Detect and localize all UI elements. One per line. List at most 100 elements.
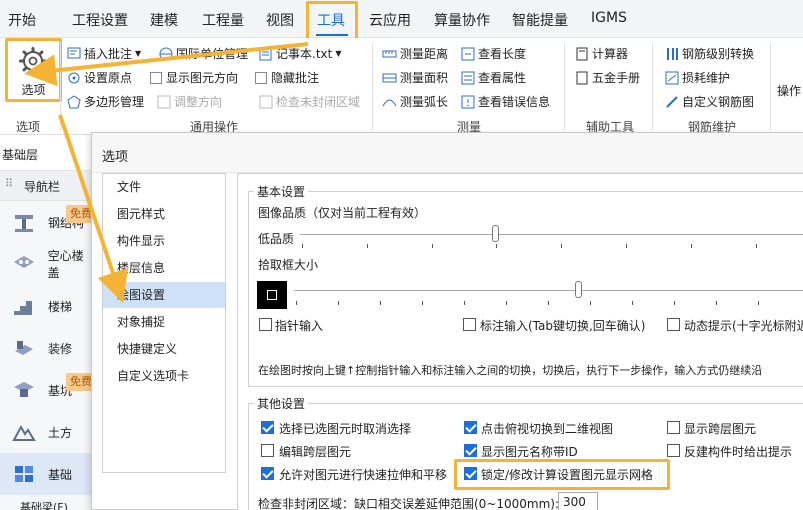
insert-comment-label: 插入批注 — [84, 47, 133, 61]
reverse-build-tip-checkbox[interactable] — [667, 444, 680, 457]
measure-area-button[interactable]: 测量面积 — [382, 69, 448, 86]
polygon-manage-button[interactable]: 多边形管理 — [66, 93, 144, 110]
ribbon-separator — [60, 42, 61, 130]
set-origin-button[interactable]: 设置原点 — [66, 69, 132, 86]
measure-distance-label: 测量距离 — [400, 47, 449, 61]
menu-modeling[interactable]: 建模 — [150, 10, 178, 30]
image-quality-slider-thumb[interactable] — [492, 225, 499, 242]
menu-view[interactable]: 视图 — [266, 10, 294, 30]
ribbon: 选项 选项 插入批注 ▼ 国际单位管理 记事本.txt ▼ 设置原点 显示图元方… — [0, 38, 803, 135]
slider-tick — [506, 301, 507, 305]
pick-box-slider-track[interactable] — [294, 290, 803, 291]
quick-stretch-checkbox[interactable] — [261, 467, 274, 480]
view-errors-label: 查看错误信息 — [478, 95, 551, 109]
ribbon-separator — [652, 42, 653, 130]
show-cross-layer-checkbox[interactable] — [667, 421, 680, 434]
intl-units-label: 国际单位管理 — [176, 47, 249, 61]
drag-handle-icon[interactable]: ⠿ — [5, 177, 13, 190]
measure-arc-button[interactable]: 测量弧长 — [382, 93, 448, 110]
pick-box-preview — [257, 281, 287, 309]
calculator-button[interactable]: 计算器 — [574, 45, 628, 62]
deselect-on-reselect-checkbox[interactable] — [261, 421, 274, 434]
pick-box-slider-thumb[interactable] — [575, 281, 582, 298]
menu-quantity[interactable]: 工程量 — [202, 10, 244, 30]
dialog-title: 选项 — [102, 150, 129, 165]
nav-item-foundation[interactable]: 基础 — [0, 453, 95, 495]
menu-project-settings[interactable]: 工程设置 — [72, 10, 128, 30]
edit-cross-layer-checkbox[interactable] — [261, 444, 274, 457]
grid-option-highlight — [454, 459, 670, 490]
slider-tick — [674, 301, 675, 305]
foundation-icon — [15, 466, 33, 482]
pointer-input-label: 指针输入 — [275, 319, 324, 333]
globe-icon — [158, 47, 173, 61]
nav-item-earthwork[interactable]: 土方 — [0, 411, 95, 453]
slider-tick — [691, 244, 692, 248]
decoration-icon — [15, 341, 33, 355]
view-length-button[interactable]: 查看长度 — [460, 45, 526, 62]
pointer-input-checkbox[interactable] — [259, 318, 272, 331]
nav-item-decoration[interactable]: 装修 — [0, 327, 95, 369]
sub-item-foundation-beam[interactable]: 基础梁(F) — [20, 499, 68, 510]
nav-item-stairs[interactable]: 楼梯 — [0, 285, 95, 327]
operation-overflow-button[interactable]: 操作 — [777, 82, 801, 99]
options-button[interactable]: 选项 — [5, 38, 62, 102]
adjust-direction-label: 调整方向 — [174, 95, 223, 109]
intl-units-button[interactable]: 国际单位管理 — [158, 45, 248, 62]
reverse-build-tip-label: 反建构件时给出提示 — [684, 445, 793, 459]
slider-tick — [758, 301, 759, 305]
nav-item-hollow-floor[interactable]: 空心楼盖 — [0, 243, 95, 285]
nav-item-label: 基础 — [48, 467, 73, 482]
view-attributes-button[interactable]: 查看属性 — [460, 69, 526, 86]
category-file[interactable]: 文件 — [103, 174, 225, 200]
slider-tick — [632, 301, 633, 305]
area-icon — [382, 71, 397, 85]
topview-2d-checkbox[interactable] — [464, 421, 477, 434]
category-component-display[interactable]: 构件显示 — [103, 228, 225, 254]
view-errors-button[interactable]: 查看错误信息 — [460, 93, 550, 110]
layer-label: 基础层 — [2, 148, 39, 162]
category-floor-info[interactable]: 楼层信息 — [103, 255, 225, 281]
menu-smart-extract[interactable]: 智能提量 — [512, 10, 568, 30]
ribbon-separator — [770, 42, 771, 130]
category-shortcut-keys[interactable]: 快捷键定义 — [103, 336, 225, 362]
loss-maintain-button[interactable]: 损耗维护 — [664, 69, 730, 86]
menu-cloud[interactable]: 云应用 — [369, 10, 411, 30]
hide-comment-label: 隐藏批注 — [271, 71, 320, 85]
dynamic-tip-checkbox[interactable] — [667, 318, 680, 331]
category-element-style[interactable]: 图元样式 — [103, 201, 225, 227]
category-custom-tabs[interactable]: 自定义选项卡 — [103, 363, 225, 389]
dialog-titlebar: 选项 — [92, 133, 803, 173]
slider-tick — [756, 244, 757, 248]
show-direction-checkbox[interactable]: 显示图元方向 — [150, 69, 238, 86]
calculator-icon — [574, 47, 589, 61]
slider-tick — [548, 301, 549, 305]
menu-igms[interactable]: IGMS — [591, 10, 627, 26]
custom-rebar-figure-button[interactable]: 自定义钢筋图 — [664, 93, 754, 110]
nav-item-label: 装修 — [48, 341, 73, 356]
nav-item-label: 楼梯 — [48, 299, 73, 314]
pick-box-size-label: 拾取框大小 — [258, 258, 319, 272]
image-quality-slider-track[interactable] — [300, 234, 803, 235]
slider-tick — [296, 301, 297, 305]
check-open-area-button[interactable]: 检查未封闭区域 — [258, 93, 360, 110]
adjust-direction-button[interactable]: 调整方向 — [156, 93, 222, 110]
open-area-range-input[interactable]: 300 — [558, 492, 598, 510]
layer-selector[interactable]: 基础层 — [0, 135, 95, 171]
menu-collab[interactable]: 算量协作 — [434, 10, 490, 30]
menu-start[interactable]: 开始 — [8, 10, 36, 30]
show-name-id-checkbox[interactable] — [464, 444, 477, 457]
measure-distance-button[interactable]: 测量距离 — [382, 45, 448, 62]
category-drawing-settings[interactable]: 绘图设置 — [103, 282, 225, 308]
category-object-snap[interactable]: 对象捕捉 — [103, 309, 225, 335]
notepad-button[interactable]: 记事本.txt ▼ — [258, 45, 341, 62]
insert-comment-button[interactable]: 插入批注 ▼ — [66, 45, 141, 62]
hardware-manual-button[interactable]: 五金手册 — [574, 69, 640, 86]
slider-tick — [380, 301, 381, 305]
hide-comment-checkbox[interactable]: 隐藏批注 — [255, 69, 319, 86]
image-quality-label: 图像品质（仅对当前工程有效） — [258, 206, 427, 220]
dim-input-checkbox[interactable] — [463, 318, 476, 331]
rebar-grade-swap-button[interactable]: 钢筋级别转换 — [664, 45, 754, 62]
ruler-icon — [382, 47, 397, 61]
open-area-range-label: 检查非封闭区域：缺口相交误差延伸范围(0~1000mm): — [258, 497, 560, 510]
